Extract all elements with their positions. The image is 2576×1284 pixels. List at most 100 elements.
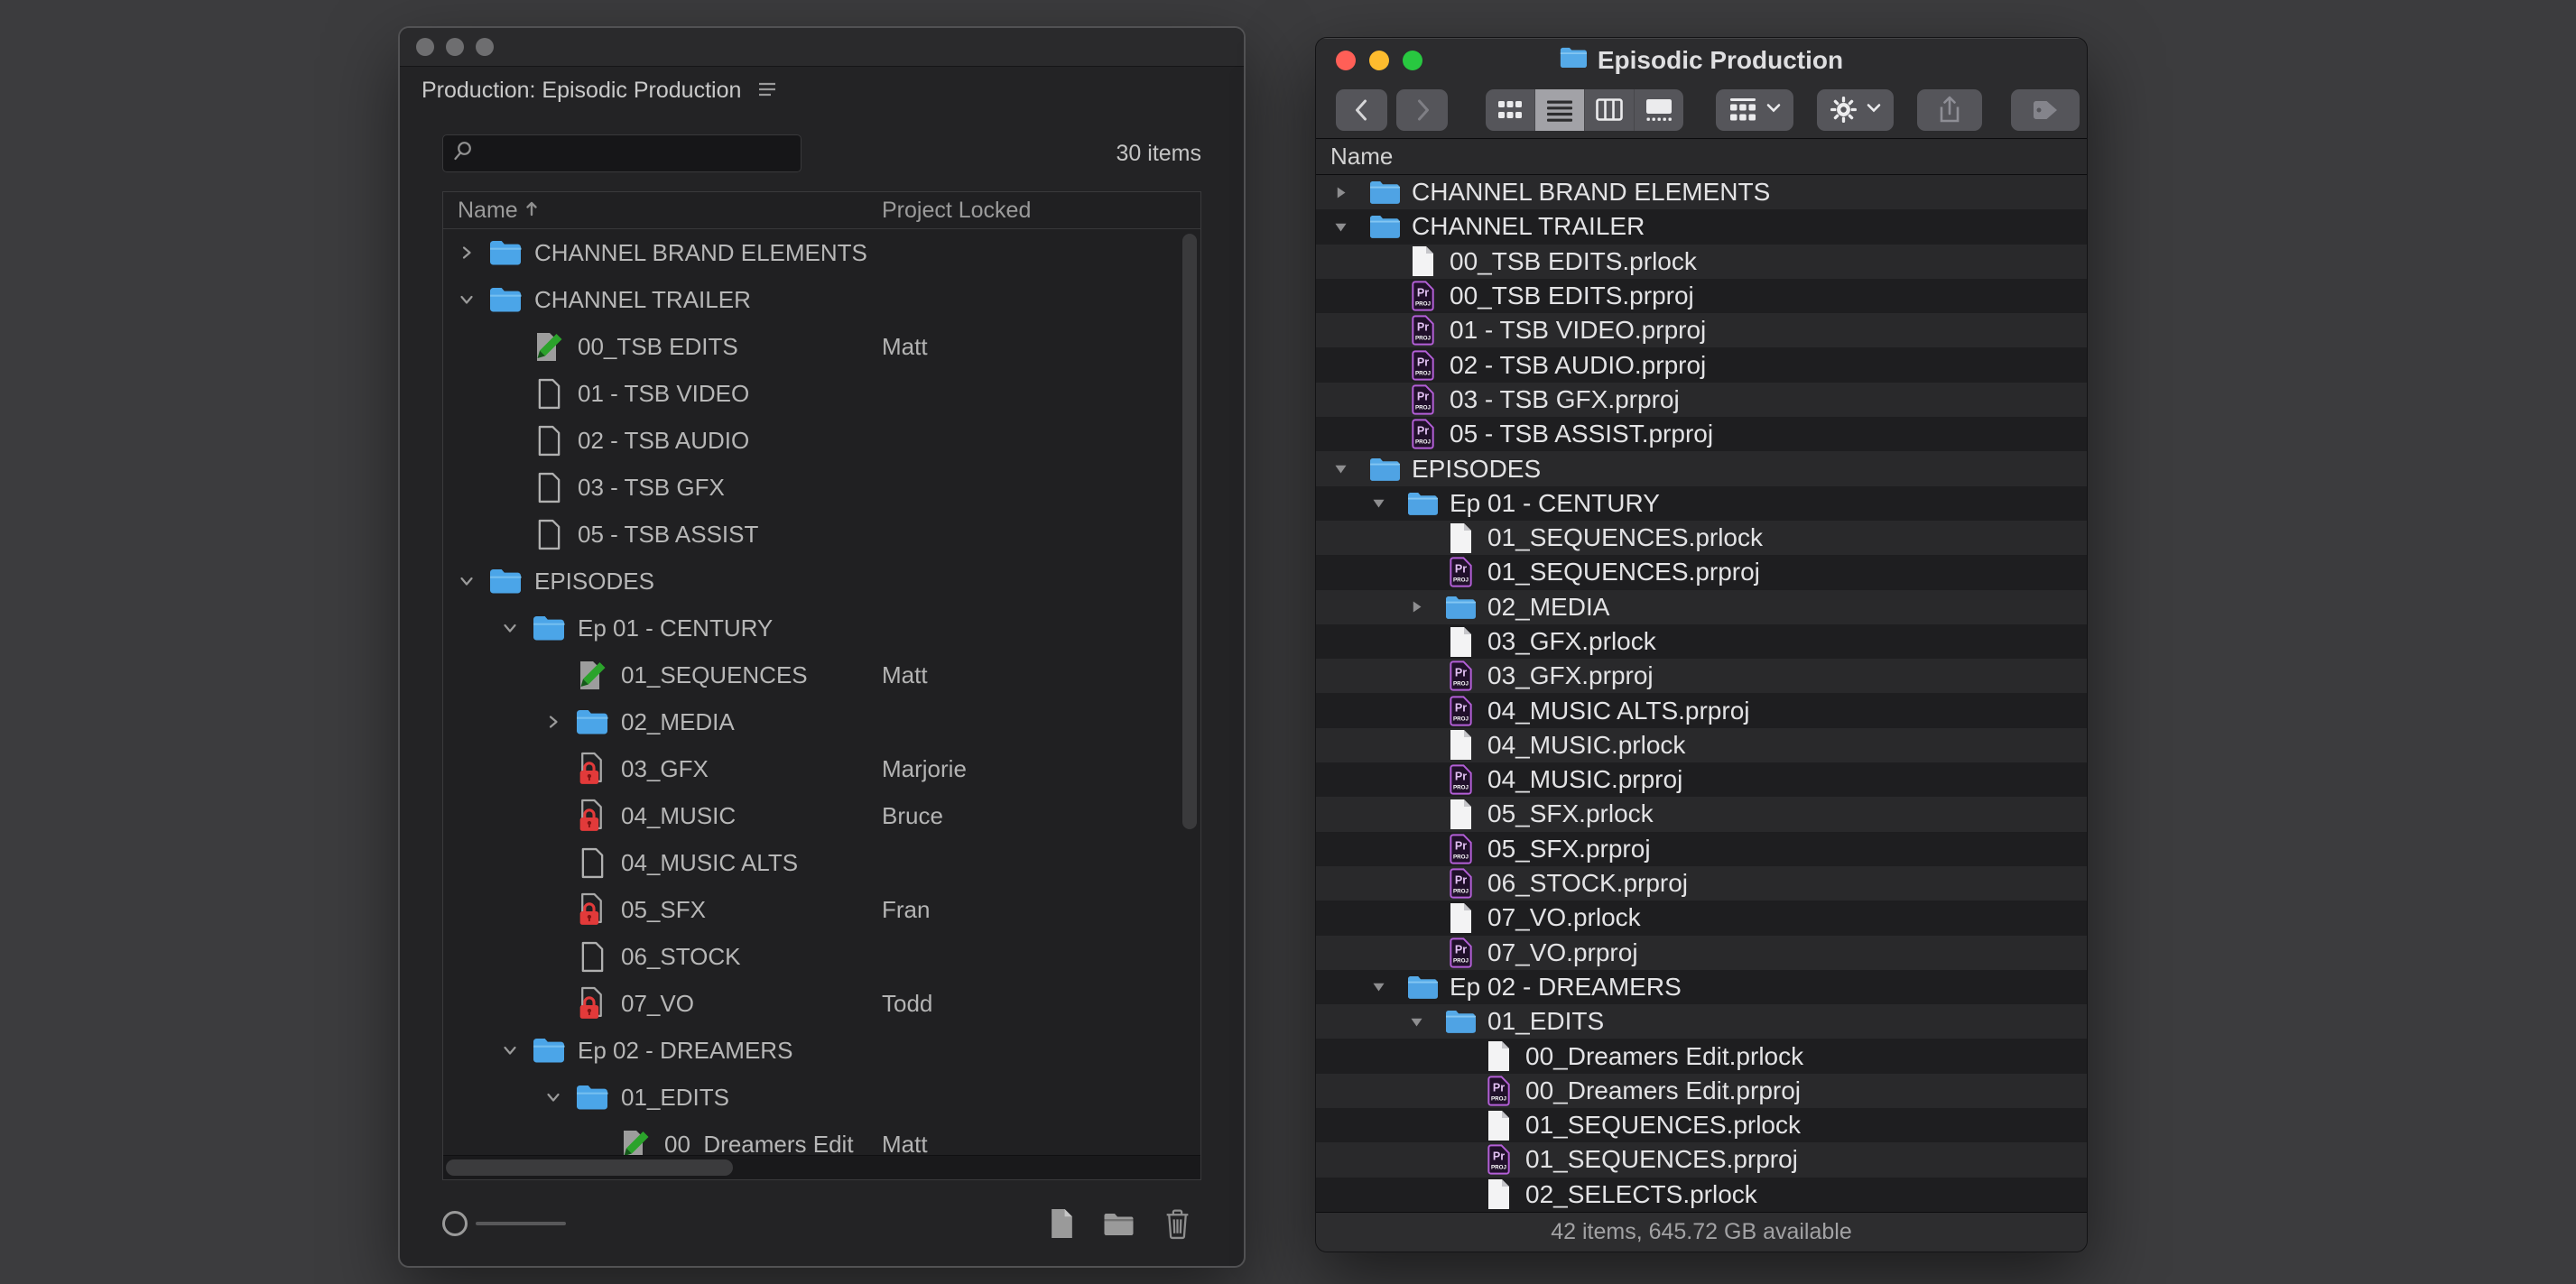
zoom-slider[interactable] <box>442 1211 566 1236</box>
chevron-down-icon[interactable] <box>458 572 488 590</box>
list-row-03-gfx-prproj[interactable]: PrPROJ03_GFX.prproj <box>1316 659 2087 693</box>
list-row-02-tsb-audio-prproj[interactable]: PrPROJ02 - TSB AUDIO.prproj <box>1316 347 2087 382</box>
list-row-channel-trailer[interactable]: CHANNEL TRAILER <box>1316 209 2087 244</box>
column-view-button[interactable] <box>1585 89 1635 131</box>
disclosure-triangle-right-icon[interactable] <box>1409 599 1444 614</box>
window-control-dot[interactable] <box>476 38 494 56</box>
gallery-view-button[interactable] <box>1635 89 1683 131</box>
list-row-00-dreamers-edit-prlock[interactable]: 00_Dreamers Edit.prlock <box>1316 1039 2087 1073</box>
list-row-02-media[interactable]: 02_MEDIA <box>1316 590 2087 624</box>
disclosure-triangle-down-icon[interactable] <box>1333 461 1368 476</box>
tree-row-02-media[interactable]: 02_MEDIA <box>443 698 1200 745</box>
list-row-01-sequences-prproj[interactable]: PrPROJ01_SEQUENCES.prproj <box>1316 1142 2087 1177</box>
tree-row-06-stock[interactable]: 06_STOCK <box>443 933 1200 980</box>
list-row-01-sequences-prlock[interactable]: 01_SEQUENCES.prlock <box>1316 1108 2087 1142</box>
forward-button[interactable] <box>1396 89 1448 131</box>
tree-row-channel-trailer[interactable]: CHANNEL TRAILER <box>443 276 1200 323</box>
back-button[interactable] <box>1336 89 1387 131</box>
group-by-button[interactable] <box>1716 89 1793 131</box>
window-control-dot[interactable] <box>446 38 464 56</box>
tree-row-03-gfx[interactable]: 03_GFXMarjorie <box>443 745 1200 792</box>
tree-row-01-tsb-video[interactable]: 01 - TSB VIDEO <box>443 370 1200 417</box>
list-row-07-vo-prproj[interactable]: PrPROJ07_VO.prproj <box>1316 936 2087 970</box>
new-project-button[interactable] <box>1050 1208 1074 1239</box>
list-row-channel-brand-elements[interactable]: CHANNEL BRAND ELEMENTS <box>1316 175 2087 209</box>
tree-row-05-sfx[interactable]: 05_SFXFran <box>443 886 1200 933</box>
window-control-dot[interactable] <box>416 38 434 56</box>
tree-row-01-sequences[interactable]: 01_SEQUENCESMatt <box>443 651 1200 698</box>
chevron-right-icon[interactable] <box>544 713 575 731</box>
chevron-right-icon[interactable] <box>458 244 488 262</box>
list-row-04-music-alts-prproj[interactable]: PrPROJ04_MUSIC ALTS.prproj <box>1316 693 2087 727</box>
list-row-05-sfx-prlock[interactable]: 05_SFX.prlock <box>1316 797 2087 831</box>
search-text[interactable] <box>476 140 777 167</box>
horizontal-scrollbar[interactable] <box>443 1155 1200 1179</box>
column-name-label[interactable]: Name <box>458 198 518 224</box>
tree-row-07-vo[interactable]: 07_VOTodd <box>443 980 1200 1027</box>
list-view-button[interactable] <box>1535 89 1585 131</box>
list-row-02-selects-prlock[interactable]: 02_SELECTS.prlock <box>1316 1178 2087 1212</box>
list-row-01-sequences-prproj[interactable]: PrPROJ01_SEQUENCES.prproj <box>1316 555 2087 589</box>
list-row-01-sequences-prlock[interactable]: 01_SEQUENCES.prlock <box>1316 521 2087 555</box>
tree-row-02-tsb-audio[interactable]: 02 - TSB AUDIO <box>443 417 1200 464</box>
tree-row-05-tsb-assist[interactable]: 05 - TSB ASSIST <box>443 511 1200 558</box>
panel-menu-icon[interactable] <box>757 78 777 104</box>
premiere-titlebar[interactable] <box>400 28 1244 67</box>
chevron-down-icon[interactable] <box>501 1041 532 1059</box>
chevron-down-icon[interactable] <box>458 291 488 309</box>
disclosure-triangle-down-icon[interactable] <box>1371 495 1406 511</box>
horizontal-scrollbar-thumb[interactable] <box>446 1159 733 1176</box>
icon-view-button[interactable] <box>1486 89 1535 131</box>
list-row-06-stock-prproj[interactable]: PrPROJ06_STOCK.prproj <box>1316 866 2087 901</box>
share-button[interactable] <box>1917 89 1982 131</box>
trash-button[interactable] <box>1163 1208 1191 1240</box>
tree-row-episodes[interactable]: EPISODES <box>443 558 1200 605</box>
column-name-label[interactable]: Name <box>1330 143 1393 171</box>
chevron-down-icon[interactable] <box>501 619 532 637</box>
list-column-header[interactable]: Name <box>1316 139 2087 175</box>
list-row-07-vo-prlock[interactable]: 07_VO.prlock <box>1316 901 2087 935</box>
list-row-04-music-prlock[interactable]: 04_MUSIC.prlock <box>1316 728 2087 762</box>
chevron-down-icon[interactable] <box>544 1088 575 1106</box>
tree-row-ep-01-century[interactable]: Ep 01 - CENTURY <box>443 605 1200 651</box>
column-project-locked-label[interactable]: Project Locked <box>882 192 1031 228</box>
list-row-episodes[interactable]: EPISODES <box>1316 451 2087 485</box>
close-button[interactable] <box>1336 51 1356 70</box>
list-row-ep-02-dreamers[interactable]: Ep 02 - DREAMERS <box>1316 970 2087 1004</box>
list-row-ep-01-century[interactable]: Ep 01 - CENTURY <box>1316 486 2087 521</box>
list-row-03-tsb-gfx-prproj[interactable]: PrPROJ03 - TSB GFX.prproj <box>1316 383 2087 417</box>
tree-row-00-dreamers-edit[interactable]: 00_Dreamers EditMatt <box>443 1121 1200 1159</box>
tags-button[interactable] <box>2011 89 2080 131</box>
search-input[interactable] <box>442 134 802 172</box>
list-row-05-sfx-prproj[interactable]: PrPROJ05_SFX.prproj <box>1316 832 2087 866</box>
prproj-file-icon: PrPROJ <box>1444 696 1477 726</box>
tree-row-03-tsb-gfx[interactable]: 03 - TSB GFX <box>443 464 1200 511</box>
minimize-button[interactable] <box>1369 51 1389 70</box>
tree-column-header[interactable]: Name Project Locked <box>443 192 1200 229</box>
tree-row-channel-brand-elements[interactable]: CHANNEL BRAND ELEMENTS <box>443 229 1200 276</box>
disclosure-triangle-right-icon[interactable] <box>1333 185 1368 200</box>
vertical-scrollbar[interactable] <box>1182 234 1197 829</box>
tree-row-04-music-alts[interactable]: 04_MUSIC ALTS <box>443 839 1200 886</box>
list-row-04-music-prproj[interactable]: PrPROJ04_MUSIC.prproj <box>1316 762 2087 797</box>
list-row-01-edits[interactable]: 01_EDITS <box>1316 1004 2087 1039</box>
list-row-03-gfx-prlock[interactable]: 03_GFX.prlock <box>1316 624 2087 659</box>
tree-row-01-edits[interactable]: 01_EDITS <box>443 1074 1200 1121</box>
disclosure-triangle-down-icon[interactable] <box>1333 219 1368 235</box>
tree-row-00-tsb-edits[interactable]: 00_TSB EDITSMatt <box>443 323 1200 370</box>
list-row-00-tsb-edits-prproj[interactable]: PrPROJ00_TSB EDITS.prproj <box>1316 279 2087 313</box>
disclosure-triangle-down-icon[interactable] <box>1371 979 1406 994</box>
svg-text:Pr: Pr <box>1416 390 1428 402</box>
zoom-slider-knob[interactable] <box>442 1211 468 1236</box>
actions-button[interactable] <box>1817 89 1894 131</box>
list-row-00-tsb-edits-prlock[interactable]: 00_TSB EDITS.prlock <box>1316 245 2087 279</box>
tree-row-ep-02-dreamers[interactable]: Ep 02 - DREAMERS <box>443 1027 1200 1074</box>
new-bin-button[interactable] <box>1103 1210 1135 1237</box>
disclosure-triangle-down-icon[interactable] <box>1409 1014 1444 1030</box>
tree-row-04-music[interactable]: 04_MUSICBruce <box>443 792 1200 839</box>
list-row-01-tsb-video-prproj[interactable]: PrPROJ01 - TSB VIDEO.prproj <box>1316 313 2087 347</box>
fullscreen-button[interactable] <box>1403 51 1422 70</box>
finder-titlebar[interactable]: Episodic Production <box>1316 38 2087 81</box>
list-row-05-tsb-assist-prproj[interactable]: PrPROJ05 - TSB ASSIST.prproj <box>1316 417 2087 451</box>
list-row-00-dreamers-edit-prproj[interactable]: PrPROJ00_Dreamers Edit.prproj <box>1316 1074 2087 1108</box>
